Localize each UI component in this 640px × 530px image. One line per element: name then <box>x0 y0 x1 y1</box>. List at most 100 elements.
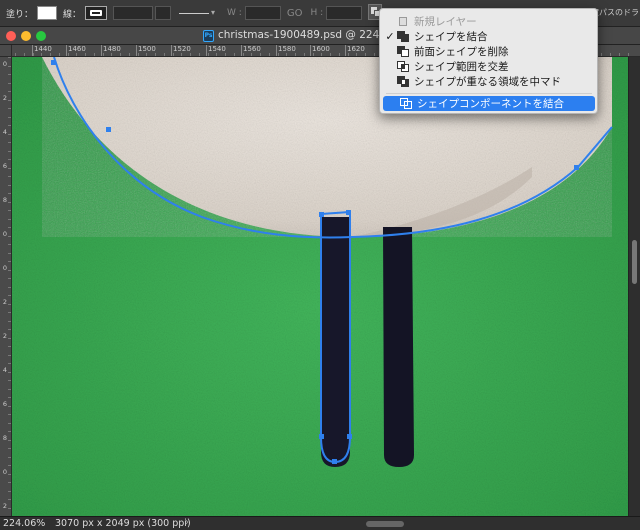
document-canvas[interactable] <box>12 57 628 516</box>
vertical-scroll-thumb[interactable] <box>632 240 637 284</box>
ruler-minor-tick <box>8 278 11 279</box>
ruler-minor-tick <box>50 53 51 56</box>
menu-item-label: シェイプが重なる領域を中マド <box>414 76 561 88</box>
ruler-tick-label: 0 <box>2 264 8 272</box>
stroke-unit-field[interactable] <box>155 6 172 20</box>
menu-item-new-layer[interactable]: 新規レイヤー <box>380 14 597 29</box>
exclude-overlap-icon <box>397 76 409 87</box>
intersect-shapes-icon <box>397 61 409 72</box>
ruler-minor-tick <box>8 329 11 330</box>
width-field[interactable] <box>244 6 281 20</box>
ruler-minor-tick <box>347 53 349 56</box>
ruler-minor-tick <box>8 456 11 458</box>
ruler-minor-tick <box>8 269 11 271</box>
chevron-right-icon[interactable]: › <box>185 517 189 528</box>
menu-item-combine-shapes[interactable]: ✓ シェイプを結合 <box>380 29 597 44</box>
ruler-minor-tick <box>356 53 358 56</box>
ruler-minor-tick <box>8 388 11 390</box>
maximize-window-button[interactable] <box>36 31 46 41</box>
ruler-minor-tick <box>277 53 279 56</box>
ruler-minor-tick <box>198 53 200 56</box>
ruler-minor-tick <box>41 53 43 56</box>
ruler-minor-tick <box>8 439 11 441</box>
ruler-minor-tick <box>330 53 331 56</box>
ruler-minor-tick <box>111 53 113 56</box>
anchor-point <box>574 165 579 170</box>
menu-item-subtract-front-shape[interactable]: 前面シェイプを削除 <box>380 44 597 59</box>
fill-swatch[interactable] <box>37 6 58 20</box>
anchor-point <box>51 60 56 65</box>
menu-item-intersect-shapes[interactable]: シェイプ範囲を交差 <box>380 59 597 74</box>
ruler-minor-tick <box>190 53 191 56</box>
ruler-minor-tick <box>85 53 86 56</box>
ruler-minor-tick <box>8 193 11 194</box>
ruler-tick-label: 2 <box>2 298 8 306</box>
ruler-tick-label: 4 <box>2 366 8 374</box>
ruler-minor-tick <box>8 150 11 152</box>
ruler-minor-tick <box>93 53 95 56</box>
ruler-minor-tick <box>260 53 261 56</box>
combine-shapes-icon <box>397 31 409 42</box>
ruler-tick-label: 1460 <box>68 45 86 53</box>
ruler-minor-tick <box>233 53 235 56</box>
ruler-minor-tick <box>172 53 174 56</box>
ruler-minor-tick <box>207 53 209 56</box>
ruler-minor-tick <box>8 133 11 135</box>
ruler-minor-tick <box>242 53 244 56</box>
ruler-minor-tick <box>8 431 11 432</box>
ruler-minor-tick <box>58 53 60 56</box>
ruler-origin[interactable] <box>0 45 12 57</box>
ruler-minor-tick <box>8 397 11 398</box>
ruler-tick <box>310 45 311 56</box>
subtract-front-shape-icon <box>397 46 409 57</box>
ruler-minor-tick <box>618 53 620 56</box>
ruler-minor-tick <box>8 176 11 177</box>
close-window-button[interactable] <box>6 31 16 41</box>
ruler-minor-tick <box>120 53 121 56</box>
minimize-window-button[interactable] <box>21 31 31 41</box>
ruler-minor-tick <box>8 448 11 449</box>
zoom-level-field[interactable]: 224.06% <box>3 518 45 529</box>
anchor-point <box>319 434 324 439</box>
ruler-tick-label: 8 <box>2 196 8 204</box>
stroke-style-dropdown[interactable]: ▾ <box>179 6 219 20</box>
chevron-down-icon: ▾ <box>211 8 216 17</box>
vertical-scrollbar[interactable] <box>628 57 640 516</box>
ruler-minor-tick <box>251 53 253 56</box>
ruler-minor-tick <box>8 99 11 101</box>
menu-item-label: シェイプ範囲を交差 <box>414 61 509 73</box>
ruler-tick-label: 1480 <box>103 45 121 53</box>
ruler-minor-tick <box>8 65 11 67</box>
ruler-minor-tick <box>8 320 11 322</box>
stroke-label: 線： <box>63 9 82 20</box>
ruler-minor-tick <box>8 82 11 84</box>
ruler-tick <box>345 45 346 56</box>
stroke-width-field[interactable] <box>113 6 154 20</box>
menu-item-exclude-overlap[interactable]: シェイプが重なる領域を中マド <box>380 74 597 89</box>
ruler-minor-tick <box>181 53 183 56</box>
status-bar: 224.06% 3070 px x 2049 px (300 ppi) › <box>0 516 640 530</box>
merge-shape-components-icon <box>400 98 412 109</box>
ruler-minor-tick <box>312 53 314 56</box>
height-field[interactable] <box>326 6 363 20</box>
link-icon[interactable]: GO <box>287 8 303 19</box>
ruler-minor-tick <box>15 53 16 56</box>
width-label: W : <box>227 8 242 18</box>
ruler-tick-label: 1560 <box>243 45 261 53</box>
stroke-swatch[interactable] <box>85 6 108 20</box>
menu-item-label: 前面シェイプを削除 <box>414 46 509 58</box>
menu-item-merge-shape-components[interactable]: シェイプコンポーネントを結合 <box>383 96 595 111</box>
fill-label: 塗り： <box>6 9 34 20</box>
ruler-minor-tick <box>601 53 603 56</box>
ruler-minor-tick <box>8 422 11 424</box>
vertical-ruler[interactable]: 0 2 4 6 8 0 0 2 2 4 6 8 0 2 <box>0 57 12 516</box>
ruler-tick-label: 0 <box>2 468 8 476</box>
document-title: christmas-1900489.psd @ 224% <box>218 29 390 41</box>
horizontal-scroll-thumb[interactable] <box>366 521 404 527</box>
ruler-minor-tick <box>373 53 375 56</box>
ruler-minor-tick <box>225 53 226 56</box>
ruler-minor-tick <box>8 354 11 356</box>
ruler-minor-tick <box>8 210 11 211</box>
ruler-minor-tick <box>128 53 130 56</box>
ruler-minor-tick <box>8 499 11 500</box>
